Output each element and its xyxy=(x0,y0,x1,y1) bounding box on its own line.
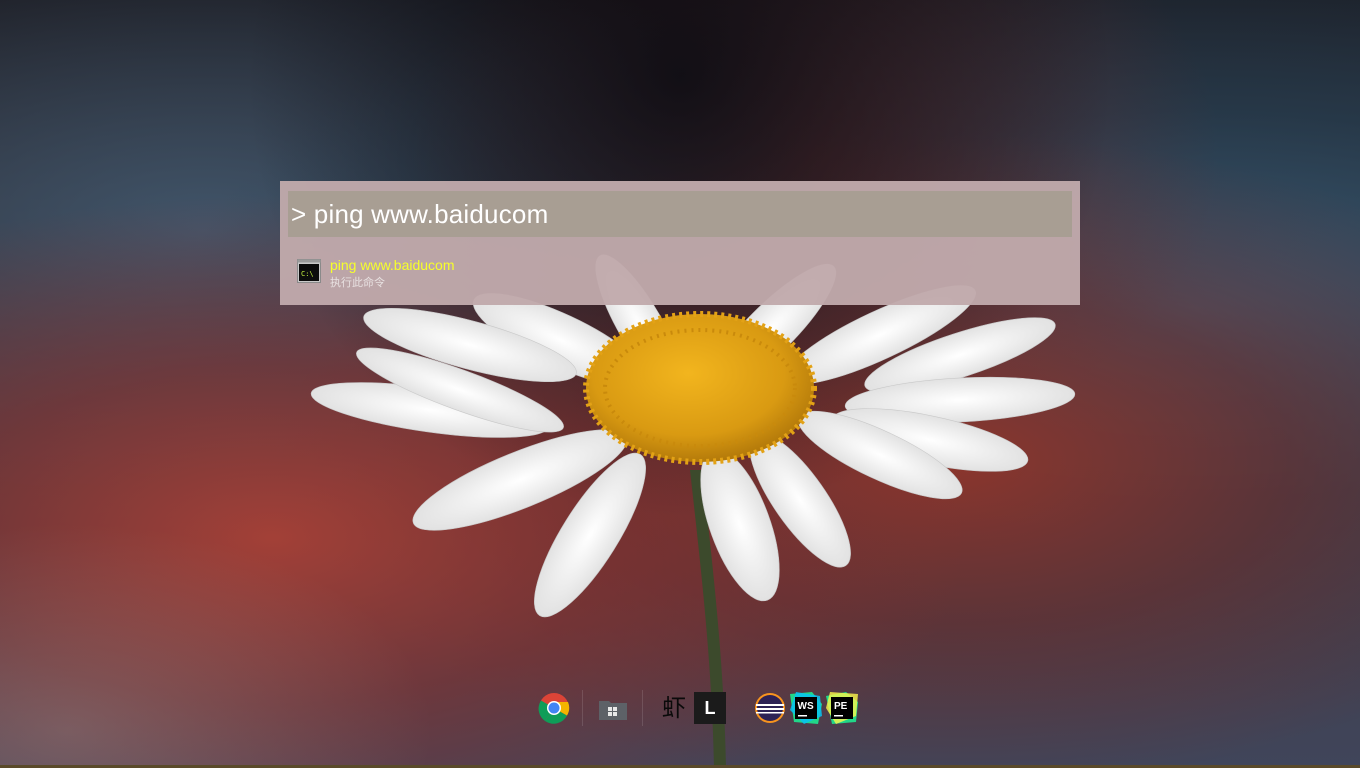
cmd-icon: C:\ xyxy=(297,259,321,283)
app-dock: 虾 L WS PE xyxy=(532,688,862,728)
result-subtitle: 执行此命令 xyxy=(330,276,385,289)
file-explorer-icon[interactable] xyxy=(597,692,629,724)
daisy-wallpaper-image xyxy=(310,254,1076,768)
webstorm-icon[interactable]: WS xyxy=(790,692,822,724)
svg-text:C:\: C:\ xyxy=(301,270,314,278)
search-query-text[interactable]: > ping www.baiducom xyxy=(288,199,548,230)
result-title: ping www.baiducom xyxy=(330,257,455,273)
dock-separator xyxy=(582,690,583,726)
result-item[interactable]: C:\ ping www.baiducom 执行此命令 xyxy=(288,253,1072,293)
pycharm-edu-icon[interactable]: PE xyxy=(826,692,858,724)
dock-separator xyxy=(642,690,643,726)
chrome-icon[interactable] xyxy=(538,692,570,724)
eclipse-icon[interactable] xyxy=(754,692,786,724)
xiami-icon[interactable]: 虾 xyxy=(658,692,690,724)
search-input[interactable]: > ping www.baiducom xyxy=(288,191,1072,237)
l-app-icon[interactable]: L xyxy=(694,692,726,724)
svg-text:PE: PE xyxy=(834,701,848,712)
svg-text:WS: WS xyxy=(798,701,814,712)
launcher-window: > ping www.baiducom C:\ ping www.baiduco… xyxy=(280,181,1080,305)
